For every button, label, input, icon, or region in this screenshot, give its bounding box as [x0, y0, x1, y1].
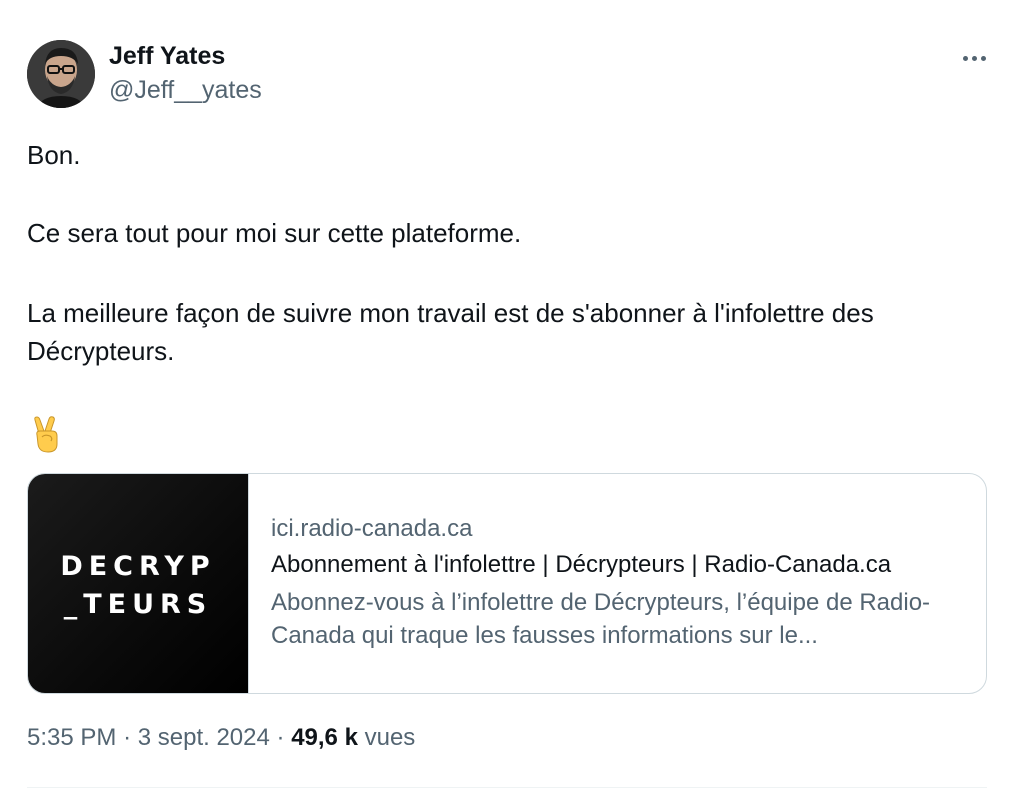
author-handle[interactable]: @Jeff__yates	[109, 76, 262, 105]
tweet-meta: 5:35 PM · 3 sept. 2024 · 49,6 k vues	[27, 724, 415, 752]
more-options-button[interactable]	[956, 44, 992, 72]
link-preview-text: ici.radio-canada.ca Abonnement à l'infol…	[271, 512, 971, 652]
link-title: Abonnement à l'infolettre | Décrypteurs …	[271, 551, 892, 578]
tweet-timestamp-link[interactable]: 5:35 PM · 3 sept. 2024	[27, 724, 270, 751]
tweet-paragraph: Ce sera tout pour moi sur cette platefor…	[27, 218, 522, 248]
decrypteurs-logo: DECRYP _TEURS	[28, 548, 248, 624]
views-label: vues	[364, 724, 416, 751]
meta-separator: ·	[276, 724, 285, 751]
avatar-photo-icon	[27, 40, 95, 108]
tweet: Jeff Yates @Jeff__yates Bon. Ce sera tou…	[0, 0, 1024, 798]
more-horizontal-icon	[962, 55, 986, 61]
tweet-time: 5:35 PM	[27, 724, 117, 751]
logo-line: _TEURS	[63, 589, 213, 620]
avatar[interactable]	[27, 40, 95, 108]
author-display-name[interactable]: Jeff Yates	[109, 42, 225, 71]
link-preview-image: DECRYP _TEURS	[28, 474, 249, 693]
views-count: 49,6 k	[291, 724, 358, 751]
tweet-paragraph: La meilleure façon de suivre mon travail…	[27, 298, 874, 366]
victory-hand-icon	[30, 416, 64, 454]
link-domain: ici.radio-canada.ca	[271, 515, 473, 542]
link-preview-card[interactable]: DECRYP _TEURS ici.radio-canada.ca Abonne…	[27, 473, 987, 694]
divider	[27, 787, 987, 788]
tweet-date: 3 sept. 2024	[137, 724, 270, 751]
logo-line: DECRYP	[60, 551, 216, 582]
meta-separator: ·	[123, 724, 132, 751]
link-description: Abonnez-vous à l’infolettre de Décrypteu…	[271, 589, 931, 649]
tweet-paragraph: Bon.	[27, 140, 81, 170]
